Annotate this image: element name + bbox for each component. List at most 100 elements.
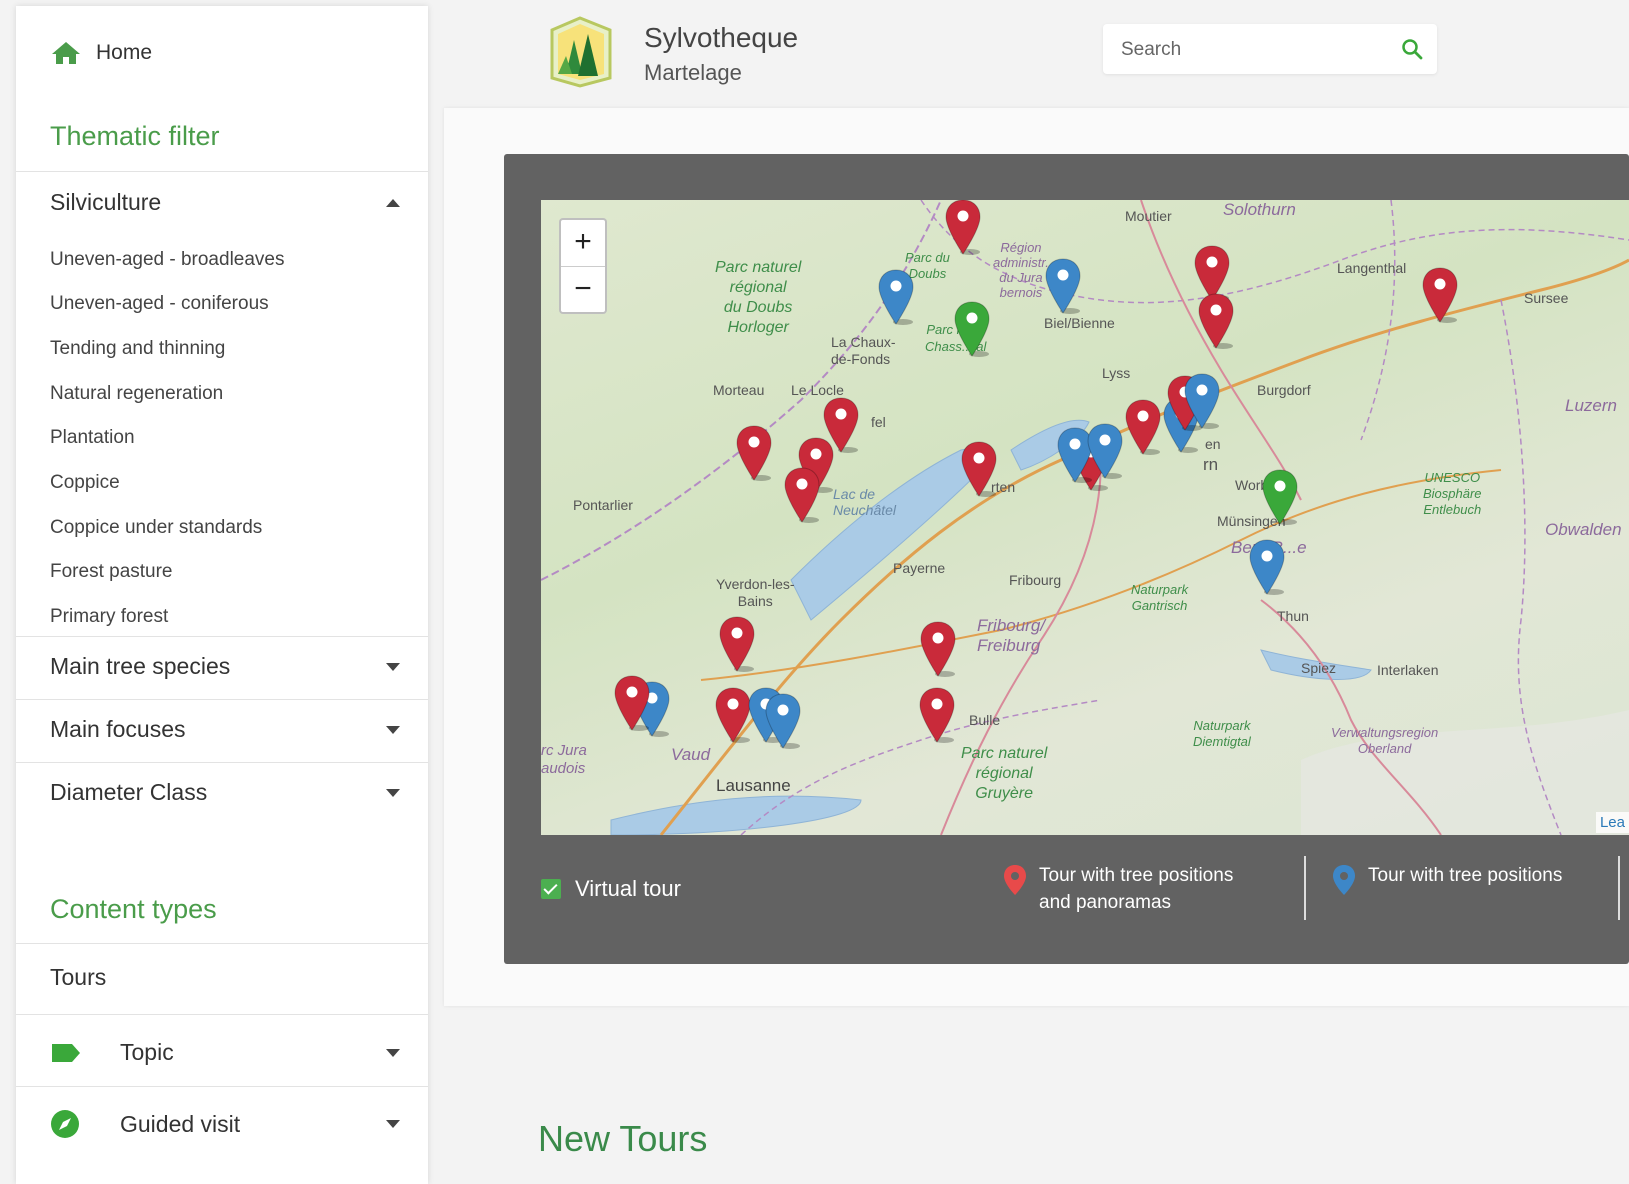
silviculture-toggle[interactable]: Silviculture [50,189,400,216]
search-icon[interactable] [1401,38,1423,60]
checkbox-checked-icon[interactable] [541,879,561,899]
divider [16,943,428,944]
guided-visit-toggle[interactable]: Guided visit [50,1109,400,1139]
map-label-verwaltung: Verwaltungsregion Oberland [1331,725,1439,756]
main-tree-species-toggle[interactable]: Main tree species [50,653,400,680]
new-tours-title: New Tours [538,1118,708,1159]
red-marker-icon[interactable] [1420,266,1460,326]
map-label-bulle: Bulle [969,712,1001,728]
app-title: Sylvotheque [644,22,799,53]
chevron-down-icon [386,1048,400,1057]
main-focuses-toggle[interactable]: Main focuses [50,716,400,743]
map-label-region-admin: Région administr. du Jura bernois [993,240,1049,300]
blue-marker-icon[interactable] [1043,257,1083,317]
diameter-class-toggle[interactable]: Diameter Class [50,779,400,806]
map-label-park-diemtigtal: Naturpark Diemtigtal [1193,718,1251,749]
map-label-en: en [1205,436,1221,452]
blue-marker-icon[interactable] [763,692,803,752]
filter-item-plantation[interactable]: Plantation [50,427,135,449]
map-label-sursee: Sursee [1524,290,1569,306]
map-label-yverdon: Yverdon-les- Bains [716,576,795,609]
topic-toggle[interactable]: Topic [50,1039,400,1066]
map-label-spiez: Spiez [1301,660,1337,676]
map-label-langenthal: Langenthal [1337,260,1407,276]
filter-item-primary-forest[interactable]: Primary forest [50,606,168,628]
blue-marker-icon [1333,865,1355,895]
chevron-down-icon [386,1120,400,1128]
map-label-lausanne: Lausanne [716,776,791,795]
topic-label: Topic [120,1039,174,1065]
map-label-fribourg: Fribourg [1009,572,1062,588]
map-label-lac-neuchatel: Lac de Neuchâtel [833,486,897,518]
red-marker-icon[interactable] [918,620,958,680]
chevron-up-icon [386,198,400,207]
red-marker-icon[interactable] [612,674,652,734]
red-marker-icon[interactable] [959,440,999,500]
filter-item-coppice[interactable]: Coppice [50,472,120,494]
red-marker-icon[interactable] [1196,292,1236,352]
blue-marker-icon[interactable] [876,268,916,328]
map-label-fel: fel [871,414,886,430]
tours-item[interactable]: Tours [50,964,400,991]
main-focuses-label: Main focuses [50,716,186,742]
map-label-jura-vaudois: rc Jura audois [541,742,587,777]
divider [16,1014,428,1015]
zoom-in-button[interactable]: + [561,220,605,267]
blue-marker-icon[interactable] [1247,538,1287,598]
filter-item-forest-pasture[interactable]: Forest pasture [50,561,173,583]
search-box [1103,24,1437,74]
virtual-tour-toggle[interactable]: Virtual tour [541,876,681,902]
red-marker-icon[interactable] [1123,398,1163,458]
virtual-tour-label: Virtual tour [575,876,681,901]
red-marker-icon[interactable] [734,424,774,484]
legend-item-panoramas: Tour with tree positions and panoramas [1003,862,1233,916]
tours-label: Tours [50,964,107,990]
map-label-thun: Thun [1277,608,1309,624]
red-marker-icon[interactable] [943,200,983,258]
filter-item-uneven-coniferous[interactable]: Uneven-aged - coniferous [50,293,269,315]
guided-visit-label: Guided visit [120,1110,241,1137]
filter-item-tending-thinning[interactable]: Tending and thinning [50,338,225,360]
search-input[interactable] [1119,35,1393,65]
filter-item-uneven-broadleaves[interactable]: Uneven-aged - broadleaves [50,249,285,271]
map-label-unesco: UNESCO Biosphäre Entlebuch [1423,470,1482,517]
app-subtitle: Martelage [644,60,742,85]
map-attribution[interactable]: Lea [1595,812,1629,833]
blue-marker-icon[interactable] [1182,372,1222,432]
red-marker-icon[interactable] [917,686,957,746]
home-icon [52,42,80,64]
home-link[interactable]: Home [50,40,152,66]
red-marker-icon[interactable] [717,615,757,675]
red-marker-icon[interactable] [782,466,822,526]
tag-icon [52,1043,80,1062]
sylvotheque-logo [550,16,612,88]
thematic-filter-title: Thematic filter [50,121,220,151]
main-tree-species-label: Main tree species [50,653,231,679]
divider [16,699,428,700]
chevron-down-icon [386,788,400,797]
map-label-rn: rn [1203,455,1219,474]
zoom-out-button[interactable]: − [561,267,605,313]
content-types-title: Content types [50,894,217,924]
map-label-burgdorf: Burgdorf [1257,382,1311,398]
map-label-la-chaux: La Chaux- de-Fonds [831,334,896,367]
brand[interactable]: Sylvotheque Martelage [544,16,798,88]
sidebar: Home Thematic filter Silviculture Uneven… [16,6,428,1184]
map-label-park-gruyere: Parc naturel régional Gruyère [961,745,1048,802]
green-marker-icon[interactable] [952,300,992,360]
legend-panoramas-label: Tour with tree positions and panoramas [1039,865,1234,913]
map-label-fribourg-region: Fribourg/ Freiburg [977,616,1046,655]
divider [16,171,428,172]
blue-marker-icon[interactable] [1085,422,1125,482]
tour-map[interactable]: Moutier Solothurn Langenthal Sursee Luze… [541,200,1629,835]
divider [16,1086,428,1087]
map-label-vaud: Vaud [671,745,711,764]
home-label: Home [96,41,153,64]
map-label-park-doubs: Parc naturel régional du Doubs Horloger [715,259,802,336]
compass-icon [51,1110,79,1138]
filter-item-natural-regeneration[interactable]: Natural regeneration [50,383,223,405]
divider [16,636,428,637]
filter-item-coppice-standards[interactable]: Coppice under standards [50,517,262,539]
map-label-luzern: Luzern [1565,396,1617,415]
green-marker-icon[interactable] [1260,468,1300,528]
